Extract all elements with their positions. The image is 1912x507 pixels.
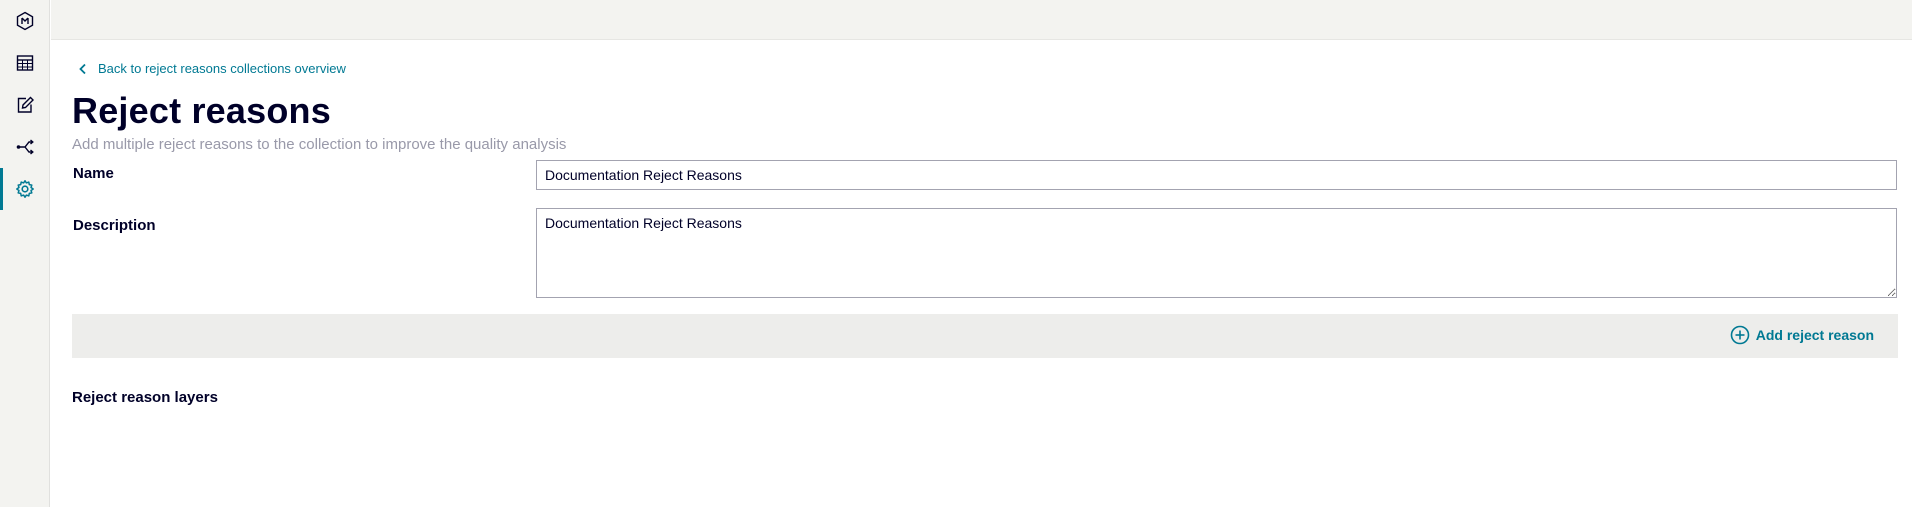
top-bar <box>51 0 1912 40</box>
edit-document-icon <box>17 96 34 113</box>
back-to-overview-link[interactable]: Back to reject reasons collections overv… <box>78 61 346 76</box>
name-field[interactable] <box>536 160 1897 190</box>
sidebar <box>0 0 50 507</box>
name-label: Name <box>73 165 114 182</box>
sidebar-item-home[interactable] <box>0 0 50 42</box>
calendar-grid-icon <box>16 55 34 71</box>
app-logo-icon <box>16 11 34 31</box>
page-title: Reject reasons <box>72 90 331 131</box>
sidebar-item-edit[interactable] <box>0 84 50 126</box>
add-reject-reason-label: Add reject reason <box>1755 327 1874 343</box>
sidebar-item-settings[interactable] <box>0 168 50 210</box>
page-subtitle: Add multiple reject reasons to the colle… <box>72 136 567 153</box>
description-label: Description <box>73 217 156 234</box>
reject-reason-action-bar: Add reject reason <box>72 314 1898 358</box>
add-reject-reason-button[interactable]: Add reject reason <box>1730 325 1874 345</box>
reject-reason-layers-heading: Reject reason layers <box>72 389 218 406</box>
workflow-branch-icon <box>16 139 34 155</box>
back-link-label: Back to reject reasons collections overv… <box>98 61 346 76</box>
sidebar-item-schedule[interactable] <box>0 42 50 84</box>
plus-circle-icon <box>1730 325 1750 345</box>
description-field[interactable]: Documentation Reject Reasons <box>536 208 1897 298</box>
sidebar-item-workflow[interactable] <box>0 126 50 168</box>
gear-icon <box>16 180 34 198</box>
chevron-left-icon <box>79 63 86 74</box>
